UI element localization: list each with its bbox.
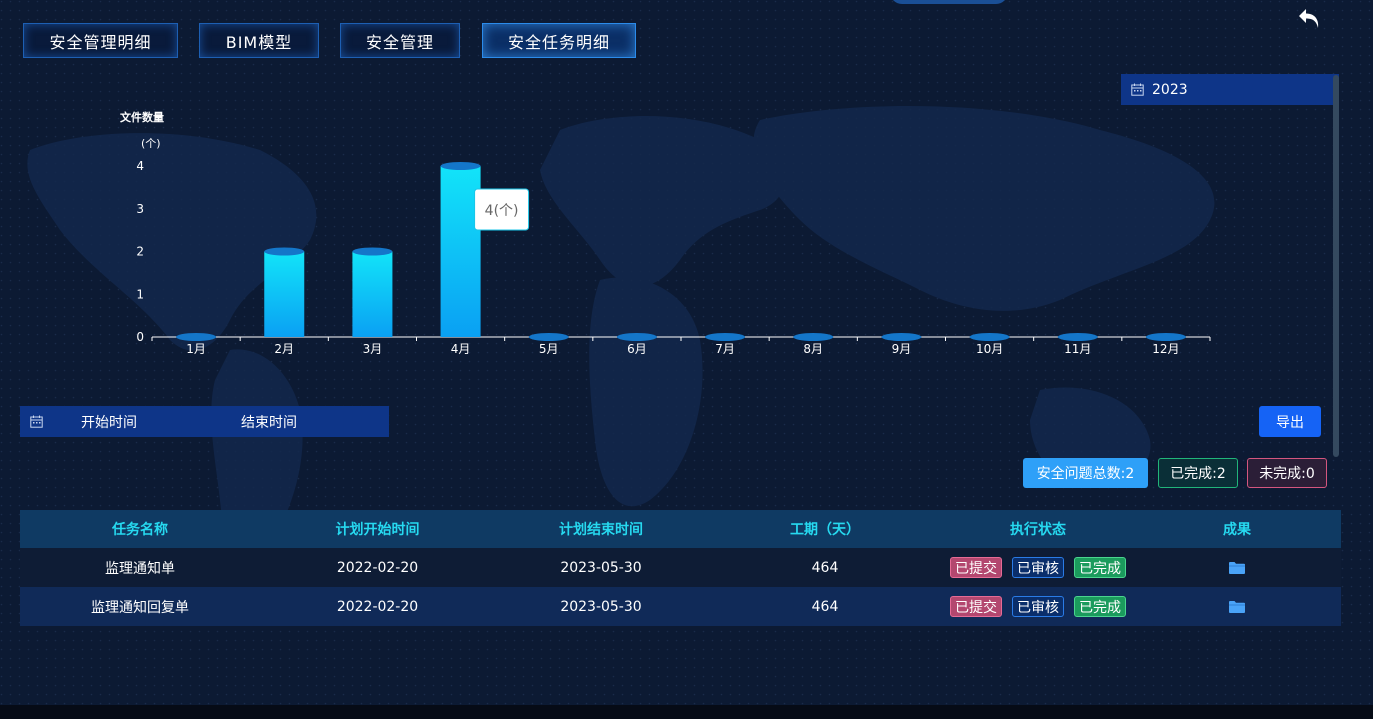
start-date-input[interactable]: 开始时间	[81, 412, 137, 432]
chart-tooltip: 4(个)	[474, 188, 530, 231]
bar-7月[interactable]	[705, 333, 746, 341]
header-result: 成果	[1223, 522, 1251, 538]
bar-cap	[705, 333, 746, 341]
y-axis-unit: (个)	[141, 137, 161, 150]
x-tick-label: 5月	[539, 342, 559, 356]
bar-cap	[881, 333, 922, 341]
x-tick-label: 8月	[803, 342, 823, 356]
folder-icon[interactable]	[1228, 600, 1246, 614]
bar-12月[interactable]	[1145, 333, 1186, 341]
uncompleted-badge[interactable]: 未完成:0	[1247, 458, 1327, 488]
y-tick-label: 0	[136, 330, 144, 344]
status-cell: 已提交 已审核 已完成	[943, 557, 1133, 578]
x-tick-label: 4月	[451, 342, 471, 356]
plan-start: 2022-02-20	[336, 598, 419, 615]
y-tick-label: 4	[136, 159, 144, 173]
task-table: 任务名称 计划开始时间 计划结束时间 工期（天） 执行状态 成果 监理通知单 2…	[20, 510, 1341, 626]
duration: 464	[811, 598, 839, 615]
bar-1月[interactable]	[176, 333, 217, 341]
status-completed-tag[interactable]: 已完成	[1074, 596, 1126, 617]
plan-end: 2023-05-30	[560, 598, 642, 615]
completed-badge[interactable]: 已完成:2	[1158, 458, 1238, 488]
table-row: 监理通知单 2022-02-20 2023-05-30 464 已提交 已审核 已完…	[20, 548, 1341, 587]
status-submitted-tag[interactable]: 已提交	[950, 596, 1002, 617]
export-label: 导出	[1276, 414, 1304, 431]
header-plan-start: 计划开始时间	[335, 522, 420, 538]
bar-5月[interactable]	[528, 333, 569, 341]
bar-cap	[969, 333, 1010, 341]
file-count-bar-chart: 文件数量 (个) 0 1 2 3 4 1月 2月 3月 4月 5月 6月 7月 8月 9月 10月 11月 1…	[120, 110, 1211, 356]
x-tick-label: 9月	[892, 342, 912, 356]
plan-start: 2022-02-20	[336, 559, 419, 576]
bar-11月[interactable]	[1057, 333, 1098, 341]
header-plan-end: 计划结束时间	[559, 522, 643, 538]
bar-4月[interactable]	[440, 162, 481, 337]
result-cell	[1133, 561, 1341, 575]
result-cell	[1133, 600, 1341, 614]
status-cell: 已提交 已审核 已完成	[943, 596, 1133, 617]
x-tick-label: 6月	[627, 342, 647, 356]
calendar-icon	[30, 415, 43, 428]
x-tick-label: 1月	[186, 342, 206, 356]
status-reviewed-tag[interactable]: 已审核	[1012, 557, 1064, 578]
header-task-name: 任务名称	[112, 522, 168, 538]
bar-9月[interactable]	[881, 333, 922, 341]
x-tick-label: 2月	[274, 342, 294, 356]
x-tick-label: 12月	[1152, 342, 1179, 356]
status-submitted-tag[interactable]: 已提交	[950, 557, 1002, 578]
bar-cap	[793, 333, 834, 341]
bar-body	[264, 251, 305, 337]
bottom-bar	[0, 705, 1373, 719]
bar-10月[interactable]	[969, 333, 1010, 341]
x-tick-label: 10月	[976, 342, 1003, 356]
total-issues-label: 安全问题总数:2	[1036, 466, 1135, 482]
bar-body	[352, 251, 393, 337]
bar-8月[interactable]	[793, 333, 834, 341]
x-tick-label: 3月	[363, 342, 383, 356]
bar-cap	[352, 247, 393, 256]
end-date-input[interactable]: 结束时间	[241, 412, 297, 432]
folder-icon[interactable]	[1228, 561, 1246, 575]
uncompleted-label: 未完成:0	[1259, 466, 1315, 482]
task-name: 监理通知单	[105, 560, 175, 577]
header-duration: 工期（天）	[790, 522, 860, 538]
bar-cap	[264, 247, 305, 256]
task-name: 监理通知回复单	[91, 599, 189, 616]
bar-cap	[1145, 333, 1186, 341]
y-axis-label: 文件数量	[120, 110, 164, 124]
x-tick-label: 7月	[715, 342, 735, 356]
export-button[interactable]: 导出	[1259, 406, 1321, 437]
bar-cap	[176, 333, 217, 341]
x-tick-label: 11月	[1064, 342, 1091, 356]
table-row: 监理通知回复单 2022-02-20 2023-05-30 464 已提交 已审核…	[20, 587, 1341, 626]
bar-cap	[1057, 333, 1098, 341]
duration: 464	[811, 559, 839, 576]
bar-6月[interactable]	[616, 333, 657, 341]
status-reviewed-tag[interactable]: 已审核	[1012, 596, 1064, 617]
bar-3月[interactable]	[352, 247, 393, 338]
y-tick-label: 2	[136, 245, 144, 259]
bar-cap	[616, 333, 657, 341]
y-tick-label: 1	[136, 287, 144, 301]
total-issues-badge[interactable]: 安全问题总数:2	[1023, 458, 1148, 488]
plan-end: 2023-05-30	[560, 559, 642, 576]
table-header: 任务名称 计划开始时间 计划结束时间 工期（天） 执行状态 成果	[20, 510, 1341, 548]
date-range-picker[interactable]: 开始时间 结束时间	[20, 406, 389, 437]
header-status: 执行状态	[1010, 522, 1066, 538]
bar-cap	[528, 333, 569, 341]
y-tick-label: 3	[136, 202, 144, 216]
bar-2月[interactable]	[264, 247, 305, 338]
completed-label: 已完成:2	[1170, 466, 1226, 482]
status-completed-tag[interactable]: 已完成	[1074, 557, 1126, 578]
bar-cap	[440, 162, 481, 170]
tooltip-text: 4(个)	[485, 203, 519, 219]
